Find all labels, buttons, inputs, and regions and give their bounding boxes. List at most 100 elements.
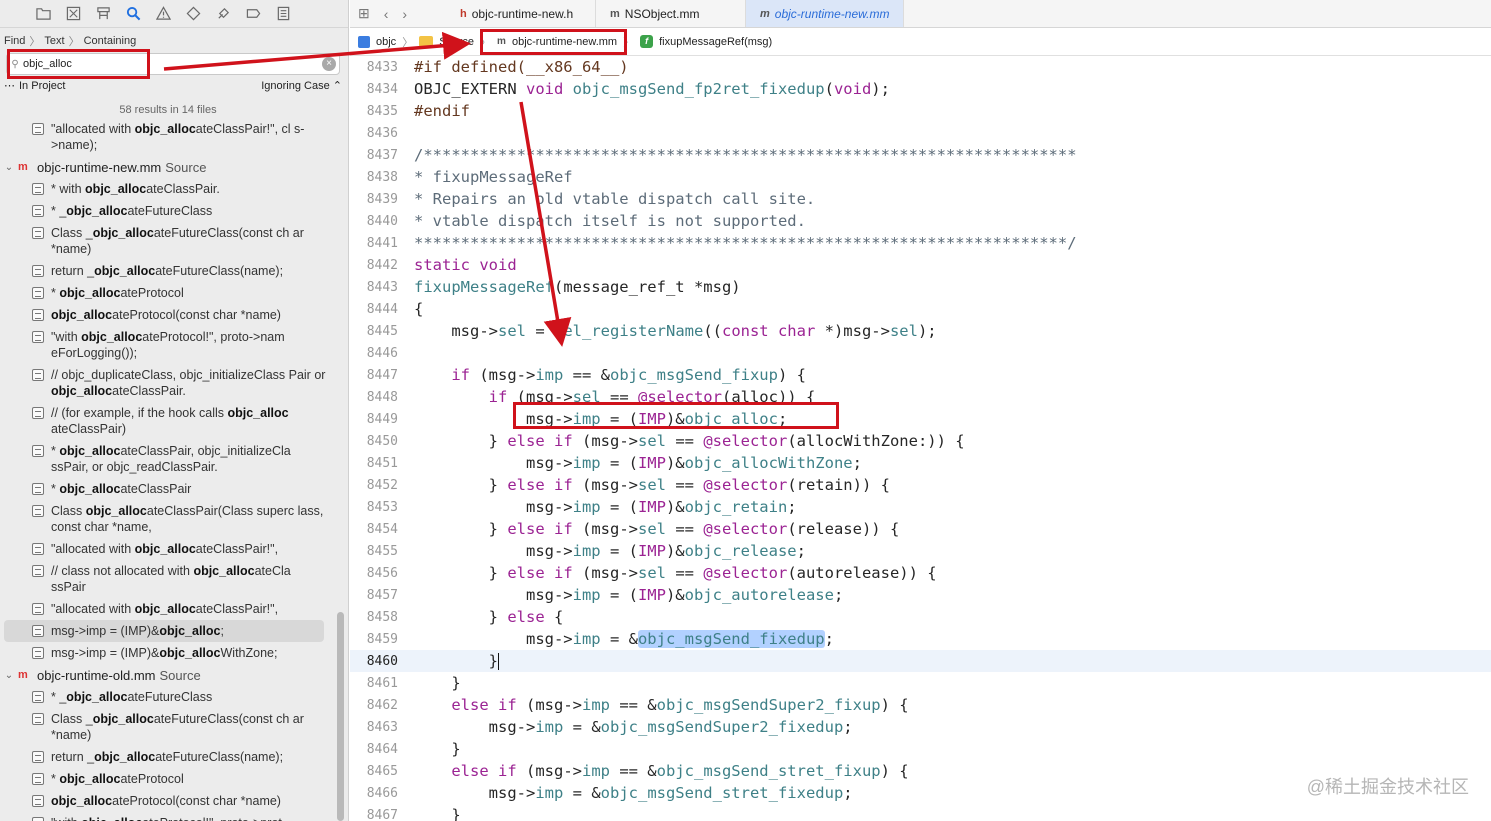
jumpbar-project[interactable]: objc bbox=[376, 36, 396, 48]
result-match[interactable]: // objc_duplicateClass, objc_initializeC… bbox=[0, 364, 336, 402]
code-line[interactable]: 8433 #if defined(__x86_64__) bbox=[350, 56, 1491, 78]
result-match[interactable]: "allocated with objc_allocateClassPair!"… bbox=[0, 538, 336, 560]
code-area[interactable]: 8433 #if defined(__x86_64__) 8434 OBJC_EXTE… bbox=[350, 56, 1491, 821]
result-match[interactable]: "allocated with objc_allocateClassPair!"… bbox=[0, 118, 336, 156]
tab-objc-runtime-new-h[interactable]: h objc-runtime-new.h bbox=[446, 0, 596, 27]
match-highlight: objc_alloc bbox=[59, 286, 121, 300]
result-match[interactable]: objc_allocateProtocol(const char *name) bbox=[0, 790, 336, 812]
result-match[interactable]: * _objc_allocateFutureClass bbox=[0, 686, 336, 708]
match-highlight: objc_alloc bbox=[92, 226, 154, 240]
find-icon[interactable] bbox=[124, 5, 142, 23]
result-match[interactable]: * objc_allocateClassPair, objc_initializ… bbox=[0, 440, 336, 478]
result-match[interactable]: "with objc_allocateProtocol!", proto->pr… bbox=[0, 812, 336, 821]
code-line[interactable]: 8443 fixupMessageRef(message_ref_t *msg) bbox=[350, 276, 1491, 298]
issue-icon[interactable] bbox=[154, 5, 172, 23]
tab-nsobject-mm[interactable]: m NSObject.mm bbox=[596, 0, 746, 27]
code-line[interactable]: 8460 } bbox=[350, 650, 1491, 672]
result-match[interactable]: Class _objc_allocateFutureClass(const ch… bbox=[0, 708, 336, 746]
code-line[interactable]: 8453 msg->imp = (IMP)&objc_retain; bbox=[350, 496, 1491, 518]
code-line[interactable]: 8467 } bbox=[350, 804, 1491, 821]
code-line[interactable]: 8445 msg->sel = sel_registerName((const … bbox=[350, 320, 1491, 342]
code-line[interactable]: 8457 msg->imp = (IMP)&objc_autorelease; bbox=[350, 584, 1491, 606]
match-highlight: objc_alloc bbox=[85, 182, 147, 196]
folder-icon[interactable] bbox=[34, 5, 52, 23]
code-line[interactable]: 8449 msg->imp = (IMP)&objc_alloc; bbox=[350, 408, 1491, 430]
code-line[interactable]: 8456 } else if (msg->sel == @selector(au… bbox=[350, 562, 1491, 584]
code-line[interactable]: 8454 } else if (msg->sel == @selector(re… bbox=[350, 518, 1491, 540]
code-line[interactable]: 8439 * Repairs an old vtable dispatch cal… bbox=[350, 188, 1491, 210]
source-control-icon[interactable] bbox=[64, 5, 82, 23]
result-match[interactable]: "with objc_allocateProtocol!", proto->na… bbox=[0, 326, 336, 364]
code-line[interactable]: 8455 msg->imp = (IMP)&objc_release; bbox=[350, 540, 1491, 562]
code-line[interactable]: 8441 ************************************… bbox=[350, 232, 1491, 254]
symbol-icon[interactable] bbox=[94, 5, 112, 23]
text-match-icon bbox=[32, 543, 44, 555]
clear-search-icon[interactable]: × bbox=[322, 57, 336, 71]
code-line[interactable]: 8451 msg->imp = (IMP)&objc_allocWithZone… bbox=[350, 452, 1491, 474]
result-match[interactable]: * _objc_allocateFutureClass bbox=[0, 200, 336, 222]
find-mode[interactable]: Find bbox=[4, 35, 25, 47]
code-line[interactable]: 8448 if (msg->sel == @selector(alloc)) { bbox=[350, 386, 1491, 408]
code-line[interactable]: 8462 else if (msg->imp == &objc_msgSendS… bbox=[350, 694, 1491, 716]
code-line[interactable]: 8461 } bbox=[350, 672, 1491, 694]
code-line[interactable]: 8464 } bbox=[350, 738, 1491, 760]
code-line[interactable]: 8458 } else { bbox=[350, 606, 1491, 628]
text-match-icon bbox=[32, 795, 44, 807]
result-match[interactable]: * with objc_allocateClassPair. bbox=[0, 178, 336, 200]
result-file-group[interactable]: ⌄ m objc-runtime-new.mm Source bbox=[0, 156, 336, 178]
result-match[interactable]: * objc_allocateProtocol bbox=[0, 282, 336, 304]
code-line[interactable]: 8435 #endif bbox=[350, 100, 1491, 122]
back-icon[interactable]: ‹ bbox=[384, 6, 389, 22]
code-text: } bbox=[414, 806, 461, 821]
jumpbar-file[interactable]: objc-runtime-new.mm bbox=[512, 36, 617, 48]
code-line[interactable]: 8446 bbox=[350, 342, 1491, 364]
result-match[interactable]: "allocated with objc_allocateClassPair!"… bbox=[0, 598, 336, 620]
code-line[interactable]: 8436 bbox=[350, 122, 1491, 144]
result-match[interactable]: Class objc_allocateClassPair(Class super… bbox=[0, 500, 336, 538]
code-line[interactable]: 8450 } else if (msg->sel == @selector(al… bbox=[350, 430, 1491, 452]
search-input[interactable] bbox=[23, 55, 322, 73]
debug-icon[interactable] bbox=[214, 5, 232, 23]
code-line[interactable]: 8452 } else if (msg->sel == @selector(re… bbox=[350, 474, 1491, 496]
find-type[interactable]: Text bbox=[44, 35, 64, 47]
result-match-text: objc_allocateProtocol(const char *name) bbox=[51, 794, 281, 808]
scope-selector[interactable]: ⋯ In Project bbox=[4, 79, 65, 93]
chevron-down-icon[interactable]: ⌄ bbox=[0, 162, 18, 173]
result-match[interactable]: return _objc_allocateFutureClass(name); bbox=[0, 746, 336, 768]
code-line[interactable]: 8459 msg->imp = &objc_msgSend_fixedup; bbox=[350, 628, 1491, 650]
tab-objc-runtime-new-mm[interactable]: m objc-runtime-new.mm bbox=[746, 0, 905, 27]
result-match[interactable]: Class _objc_allocateFutureClass(const ch… bbox=[0, 222, 336, 260]
code-line[interactable]: 8438 * fixupMessageRef bbox=[350, 166, 1491, 188]
code-line[interactable]: 8437 /***********************************… bbox=[350, 144, 1491, 166]
match-highlight: objc_alloc bbox=[134, 122, 196, 136]
grid-icon[interactable]: ⊞ bbox=[358, 5, 370, 22]
result-match[interactable]: msg->imp = (IMP)&objc_alloc; bbox=[4, 620, 324, 642]
result-match[interactable]: // class not allocated with objc_allocat… bbox=[0, 560, 336, 598]
code-line[interactable]: 8440 * vtable dispatch itself is not supp… bbox=[350, 210, 1491, 232]
forward-icon[interactable]: › bbox=[402, 6, 407, 22]
jumpbar-folder[interactable]: Source bbox=[439, 36, 474, 48]
result-match[interactable]: // (for example, if the hook calls objc_… bbox=[0, 402, 336, 440]
result-match[interactable]: return _objc_allocateFutureClass(name); bbox=[0, 260, 336, 282]
result-match[interactable]: * objc_allocateClassPair bbox=[0, 478, 336, 500]
result-match[interactable]: * objc_allocateProtocol bbox=[0, 768, 336, 790]
case-option[interactable]: Ignoring Case ⌃ bbox=[261, 79, 342, 92]
result-match[interactable]: objc_allocateProtocol(const char *name) bbox=[0, 304, 336, 326]
code-line[interactable]: 8444 { bbox=[350, 298, 1491, 320]
code-text: msg->imp = &objc_msgSendSuper2_fixedup; bbox=[414, 718, 853, 736]
code-line[interactable]: 8442 static void bbox=[350, 254, 1491, 276]
result-match-text: Class _objc_allocateFutureClass(const ch… bbox=[51, 712, 304, 742]
breakpoint-icon[interactable] bbox=[244, 5, 262, 23]
test-icon[interactable] bbox=[184, 5, 202, 23]
search-field[interactable]: ⚲ × bbox=[6, 53, 340, 75]
result-file-group[interactable]: ⌄ m objc-runtime-old.mm Source bbox=[0, 664, 336, 686]
code-line[interactable]: 8434 OBJC_EXTERN void objc_msgSend_fp2ret… bbox=[350, 78, 1491, 100]
navigator-scrollbar[interactable] bbox=[337, 612, 344, 821]
report-icon[interactable] bbox=[274, 5, 292, 23]
code-line[interactable]: 8447 if (msg->imp == &objc_msgSend_fixup… bbox=[350, 364, 1491, 386]
result-match[interactable]: msg->imp = (IMP)&objc_allocWithZone; bbox=[0, 642, 336, 664]
jumpbar-symbol[interactable]: fixupMessageRef(msg) bbox=[659, 36, 772, 48]
chevron-down-icon[interactable]: ⌄ bbox=[0, 670, 18, 681]
code-line[interactable]: 8463 msg->imp = &objc_msgSendSuper2_fixe… bbox=[350, 716, 1491, 738]
find-match-style[interactable]: Containing bbox=[84, 35, 137, 47]
